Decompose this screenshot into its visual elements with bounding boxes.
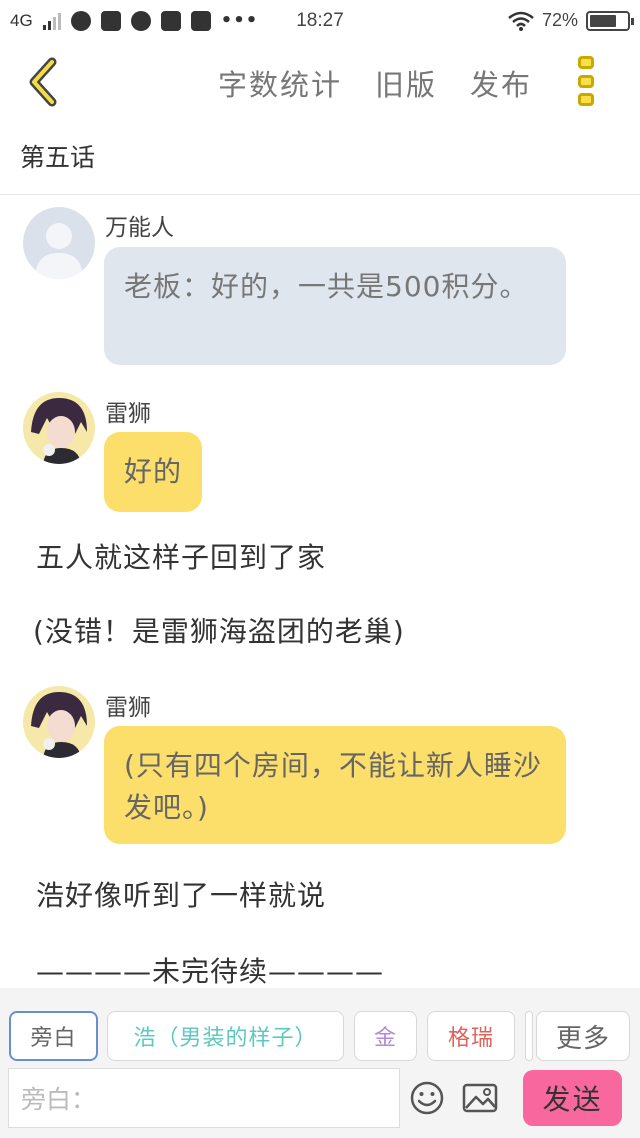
role-chip-narrator[interactable]: 旁白 [9,1011,98,1061]
battery-percent: 72% [541,10,578,30]
status-right: 72% [508,10,634,31]
chapter-title[interactable]: 第五话 [20,138,95,174]
more-roles-button[interactable]: 更多 [536,1011,630,1061]
word-count-button[interactable]: 字数统计 [218,62,342,104]
header-divider [0,194,640,195]
character-avatar [23,686,95,758]
dialogue-bubble: 好的 [104,432,203,512]
role-chip-grey[interactable]: 格瑞 [427,1011,515,1061]
default-avatar [23,207,95,279]
speaker-name: 雷狮 [105,401,151,427]
send-button[interactable]: 发送 [523,1070,622,1126]
narration-text[interactable]: (没错！是雷狮海盗团的老巢) [33,610,405,650]
emoji-icon[interactable] [409,1080,445,1116]
speaker-name: 万能人 [105,215,174,241]
role-chip-jin[interactable]: 金 [354,1011,417,1061]
role-chip-hao[interactable]: 浩（男装的样子） [107,1011,344,1061]
toolbar-actions: 字数统计 旧版 发布 [218,62,532,104]
editor-toolbar: 字数统计 旧版 发布 [0,44,640,120]
role-chip-partial [525,1011,533,1061]
wifi-icon [508,11,534,31]
status-bar: 4G ••• 18:27 72% [0,0,640,44]
character-avatar [23,392,95,464]
dialogue-bubble: (只有四个房间，不能让新人睡沙发吧。) [104,726,566,844]
battery-icon [586,10,634,31]
narration-text[interactable]: ————未完待续———— [36,950,384,988]
app-screen: 4G ••• 18:27 72% 字数统计 旧版 发布 第五话 万能人 老板：好… [0,0,640,1138]
input-bar: 旁白 浩（男装的样子） 金 格瑞 更多 旁白： 发送 [0,988,640,1138]
vertical-menu-icon[interactable] [578,56,596,106]
story-content: 万能人 老板：好的，一共是500积分。 雷狮 好的 五人就这样子回到了家 (没错… [0,196,640,988]
old-version-button[interactable]: 旧版 [375,62,437,104]
dialogue-bubble: 老板：好的，一共是500积分。 [104,247,566,365]
dialogue-input[interactable]: 旁白： [8,1068,400,1128]
chevron-left-icon[interactable] [22,56,66,108]
publish-button[interactable]: 发布 [470,62,532,104]
image-icon[interactable] [462,1080,498,1116]
narration-text[interactable]: 五人就这样子回到了家 [36,536,326,576]
narration-text[interactable]: 浩好像听到了一样就说 [36,874,326,914]
speaker-name: 雷狮 [105,695,151,721]
